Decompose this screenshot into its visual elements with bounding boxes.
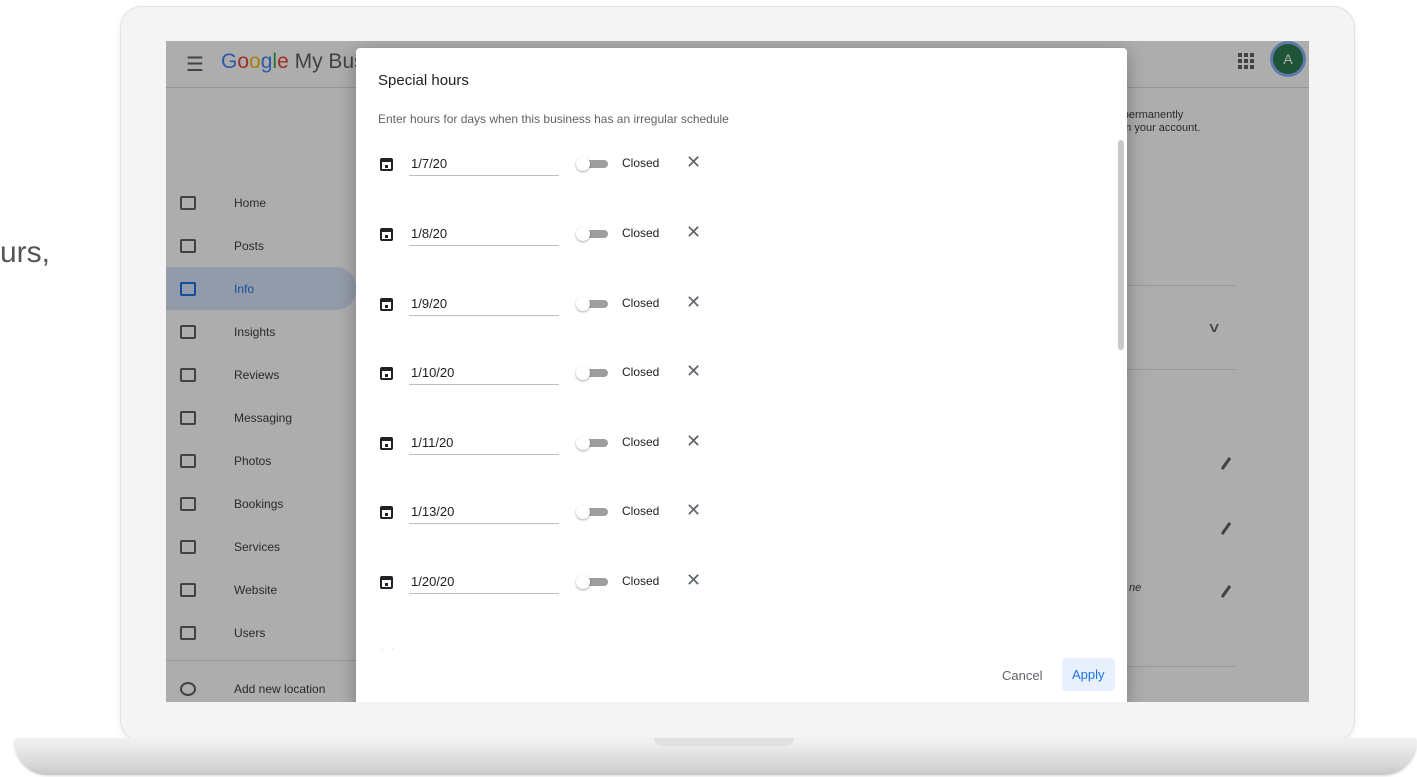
laptop-notch bbox=[654, 738, 794, 746]
calendar-icon[interactable] bbox=[380, 506, 393, 519]
close-icon[interactable]: ✕ bbox=[686, 500, 701, 521]
special-hours-dialog: Special hours Enter hours for days when … bbox=[356, 48, 1127, 702]
date-input-underline bbox=[409, 245, 559, 246]
apply-button[interactable]: Apply bbox=[1062, 658, 1115, 691]
laptop-base bbox=[14, 738, 1417, 775]
date-input[interactable]: 1/20/20 bbox=[411, 574, 454, 589]
open-closed-toggle[interactable] bbox=[576, 505, 610, 519]
dialog-scrollbar[interactable] bbox=[1118, 140, 1124, 350]
special-hours-row: 1/7/20 Closed ✕ bbox=[380, 152, 701, 183]
cancel-button[interactable]: Cancel bbox=[994, 660, 1050, 691]
close-icon[interactable]: ✕ bbox=[686, 222, 701, 243]
special-hours-row: 1/11/20 Closed ✕ bbox=[380, 431, 701, 462]
date-input-underline bbox=[409, 175, 559, 176]
special-hours-row: 1/20/20 Closed ✕ bbox=[380, 570, 701, 601]
calendar-icon[interactable] bbox=[380, 228, 393, 241]
date-input[interactable]: 1/9/20 bbox=[411, 296, 447, 311]
status-label: Closed bbox=[622, 156, 660, 170]
dialog-subtitle: Enter hours for days when this business … bbox=[378, 112, 729, 126]
dialog-title: Special hours bbox=[378, 72, 469, 89]
status-label: Closed bbox=[622, 365, 660, 379]
open-closed-toggle[interactable] bbox=[576, 297, 610, 311]
date-input-underline bbox=[409, 454, 559, 455]
date-input[interactable]: 1/13/20 bbox=[411, 504, 454, 519]
close-icon[interactable]: ✕ bbox=[686, 292, 701, 313]
calendar-icon[interactable] bbox=[380, 576, 393, 589]
date-input[interactable]: 1/7/20 bbox=[411, 156, 447, 171]
close-icon[interactable]: ✕ bbox=[686, 152, 701, 173]
calendar-icon[interactable] bbox=[380, 298, 393, 311]
close-icon[interactable]: ✕ bbox=[686, 431, 701, 452]
open-closed-toggle[interactable] bbox=[576, 366, 610, 380]
status-label: Closed bbox=[622, 435, 660, 449]
calendar-icon[interactable] bbox=[380, 367, 393, 380]
laptop-screen: ☰ Google My Busi A Home Posts Info Insig… bbox=[166, 41, 1309, 702]
date-input-underline bbox=[409, 315, 559, 316]
special-hours-row: 1/13/20 Closed ✕ bbox=[380, 500, 701, 531]
close-icon[interactable]: ✕ bbox=[686, 570, 701, 591]
status-label: Closed bbox=[622, 504, 660, 518]
open-closed-toggle[interactable] bbox=[576, 436, 610, 450]
partial-headline-text: urs, bbox=[0, 236, 51, 269]
date-input[interactable]: 1/11/20 bbox=[411, 435, 453, 450]
date-input-underline bbox=[409, 384, 559, 385]
special-hours-row: 1/10/20 Closed ✕ bbox=[380, 361, 701, 392]
status-label: Closed bbox=[622, 574, 660, 588]
date-input-underline bbox=[409, 593, 559, 594]
date-input[interactable]: 1/8/20 bbox=[411, 226, 447, 241]
partially-hidden-row: · · bbox=[380, 643, 397, 655]
calendar-icon[interactable] bbox=[380, 158, 393, 171]
calendar-icon[interactable] bbox=[380, 437, 393, 450]
date-input-underline bbox=[409, 523, 559, 524]
status-label: Closed bbox=[622, 296, 660, 310]
date-input[interactable]: 1/10/20 bbox=[411, 365, 454, 380]
special-hours-row: 1/9/20 Closed ✕ bbox=[380, 292, 701, 323]
close-icon[interactable]: ✕ bbox=[686, 361, 701, 382]
open-closed-toggle[interactable] bbox=[576, 227, 610, 241]
status-label: Closed bbox=[622, 226, 660, 240]
open-closed-toggle[interactable] bbox=[576, 575, 610, 589]
open-closed-toggle[interactable] bbox=[576, 157, 610, 171]
special-hours-row: 1/8/20 Closed ✕ bbox=[380, 222, 701, 253]
